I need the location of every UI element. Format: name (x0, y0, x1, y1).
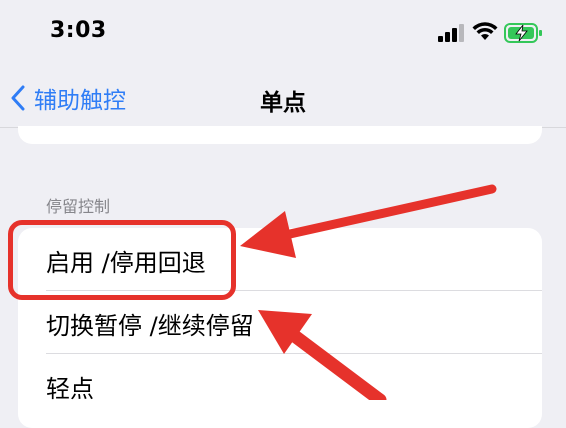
status-bar: 3:03 (0, 0, 566, 70)
navigation-bar: 辅助触控 单点 (0, 70, 566, 128)
previous-card (18, 126, 542, 144)
page-title: 单点 (260, 90, 306, 116)
cellular-signal-icon (438, 24, 464, 42)
list-item-label: 切换暂停 /继续停留 (46, 312, 254, 340)
wifi-icon (472, 22, 498, 40)
annotation-highlight-box (8, 220, 236, 300)
list-item-pause-resume[interactable]: 切换暂停 /继续停留 (18, 291, 542, 353)
battery-charging-icon (504, 23, 542, 43)
status-icons (438, 22, 548, 46)
list-item-label: 轻点 (46, 375, 94, 403)
status-time: 3:03 (50, 18, 107, 43)
list-item-tap[interactable]: 轻点 (18, 354, 542, 416)
section-header: 停留控制 (46, 197, 111, 216)
